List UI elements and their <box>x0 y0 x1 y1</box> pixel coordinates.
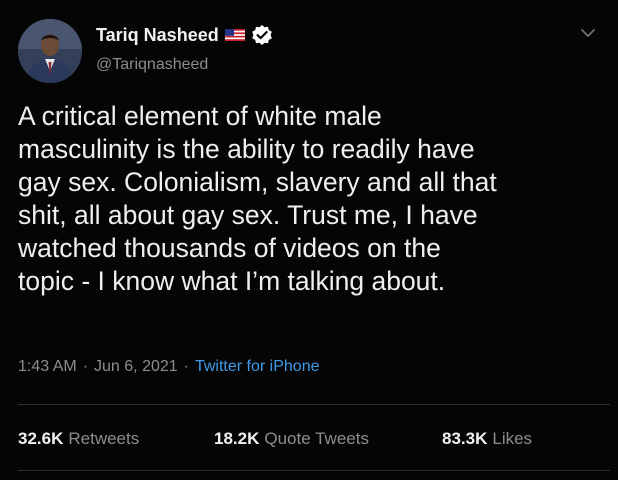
verified-badge-icon <box>251 25 272 45</box>
tweet-text-line: watched thousands of videos on the <box>18 233 441 263</box>
tweet-card: Tariq Nasheed @Tariqnasheed A critical e… <box>0 0 618 480</box>
chevron-down-icon[interactable] <box>578 24 598 42</box>
author-handle[interactable]: @Tariqnasheed <box>96 56 208 74</box>
quote-tweets-count: 18.2K <box>214 429 260 448</box>
tweet-source-link[interactable]: Twitter for iPhone <box>195 358 320 376</box>
tweet-text-line: gay sex. Colonialism, slavery and all th… <box>18 167 497 197</box>
likes-stat[interactable]: 83.3K Likes <box>442 429 532 449</box>
tweet-text-line: masculinity is the ability to readily ha… <box>18 134 475 164</box>
tweet-text-line: shit, all about gay sex. Trust me, I hav… <box>18 200 478 230</box>
meta-separator: · <box>183 358 189 375</box>
quote-tweets-label: Quote Tweets <box>264 429 369 448</box>
retweets-stat[interactable]: 32.6K Retweets <box>18 429 139 449</box>
author-name[interactable]: Tariq Nasheed <box>96 25 219 46</box>
divider <box>18 404 610 405</box>
tweet-text: A critical element of white male masculi… <box>18 100 608 298</box>
retweets-label: Retweets <box>68 429 140 448</box>
author-name-row: Tariq Nasheed <box>96 24 273 46</box>
divider <box>18 470 610 471</box>
tweet-meta: 1:43 AM · Jun 6, 2021 · Twitter for iPho… <box>18 358 319 376</box>
tweet-text-line: topic - I know what I’m talking about. <box>18 266 446 296</box>
tweet-date[interactable]: Jun 6, 2021 <box>94 358 178 376</box>
tweet-time[interactable]: 1:43 AM <box>18 358 77 376</box>
us-flag-icon <box>224 29 245 41</box>
tweet-text-line: A critical element of white male <box>18 101 382 131</box>
avatar[interactable] <box>18 19 82 83</box>
meta-separator: · <box>82 358 89 375</box>
quote-tweets-stat[interactable]: 18.2K Quote Tweets <box>214 429 369 449</box>
retweets-count: 32.6K <box>18 429 64 448</box>
likes-label: Likes <box>492 429 533 448</box>
likes-count: 83.3K <box>442 429 488 448</box>
